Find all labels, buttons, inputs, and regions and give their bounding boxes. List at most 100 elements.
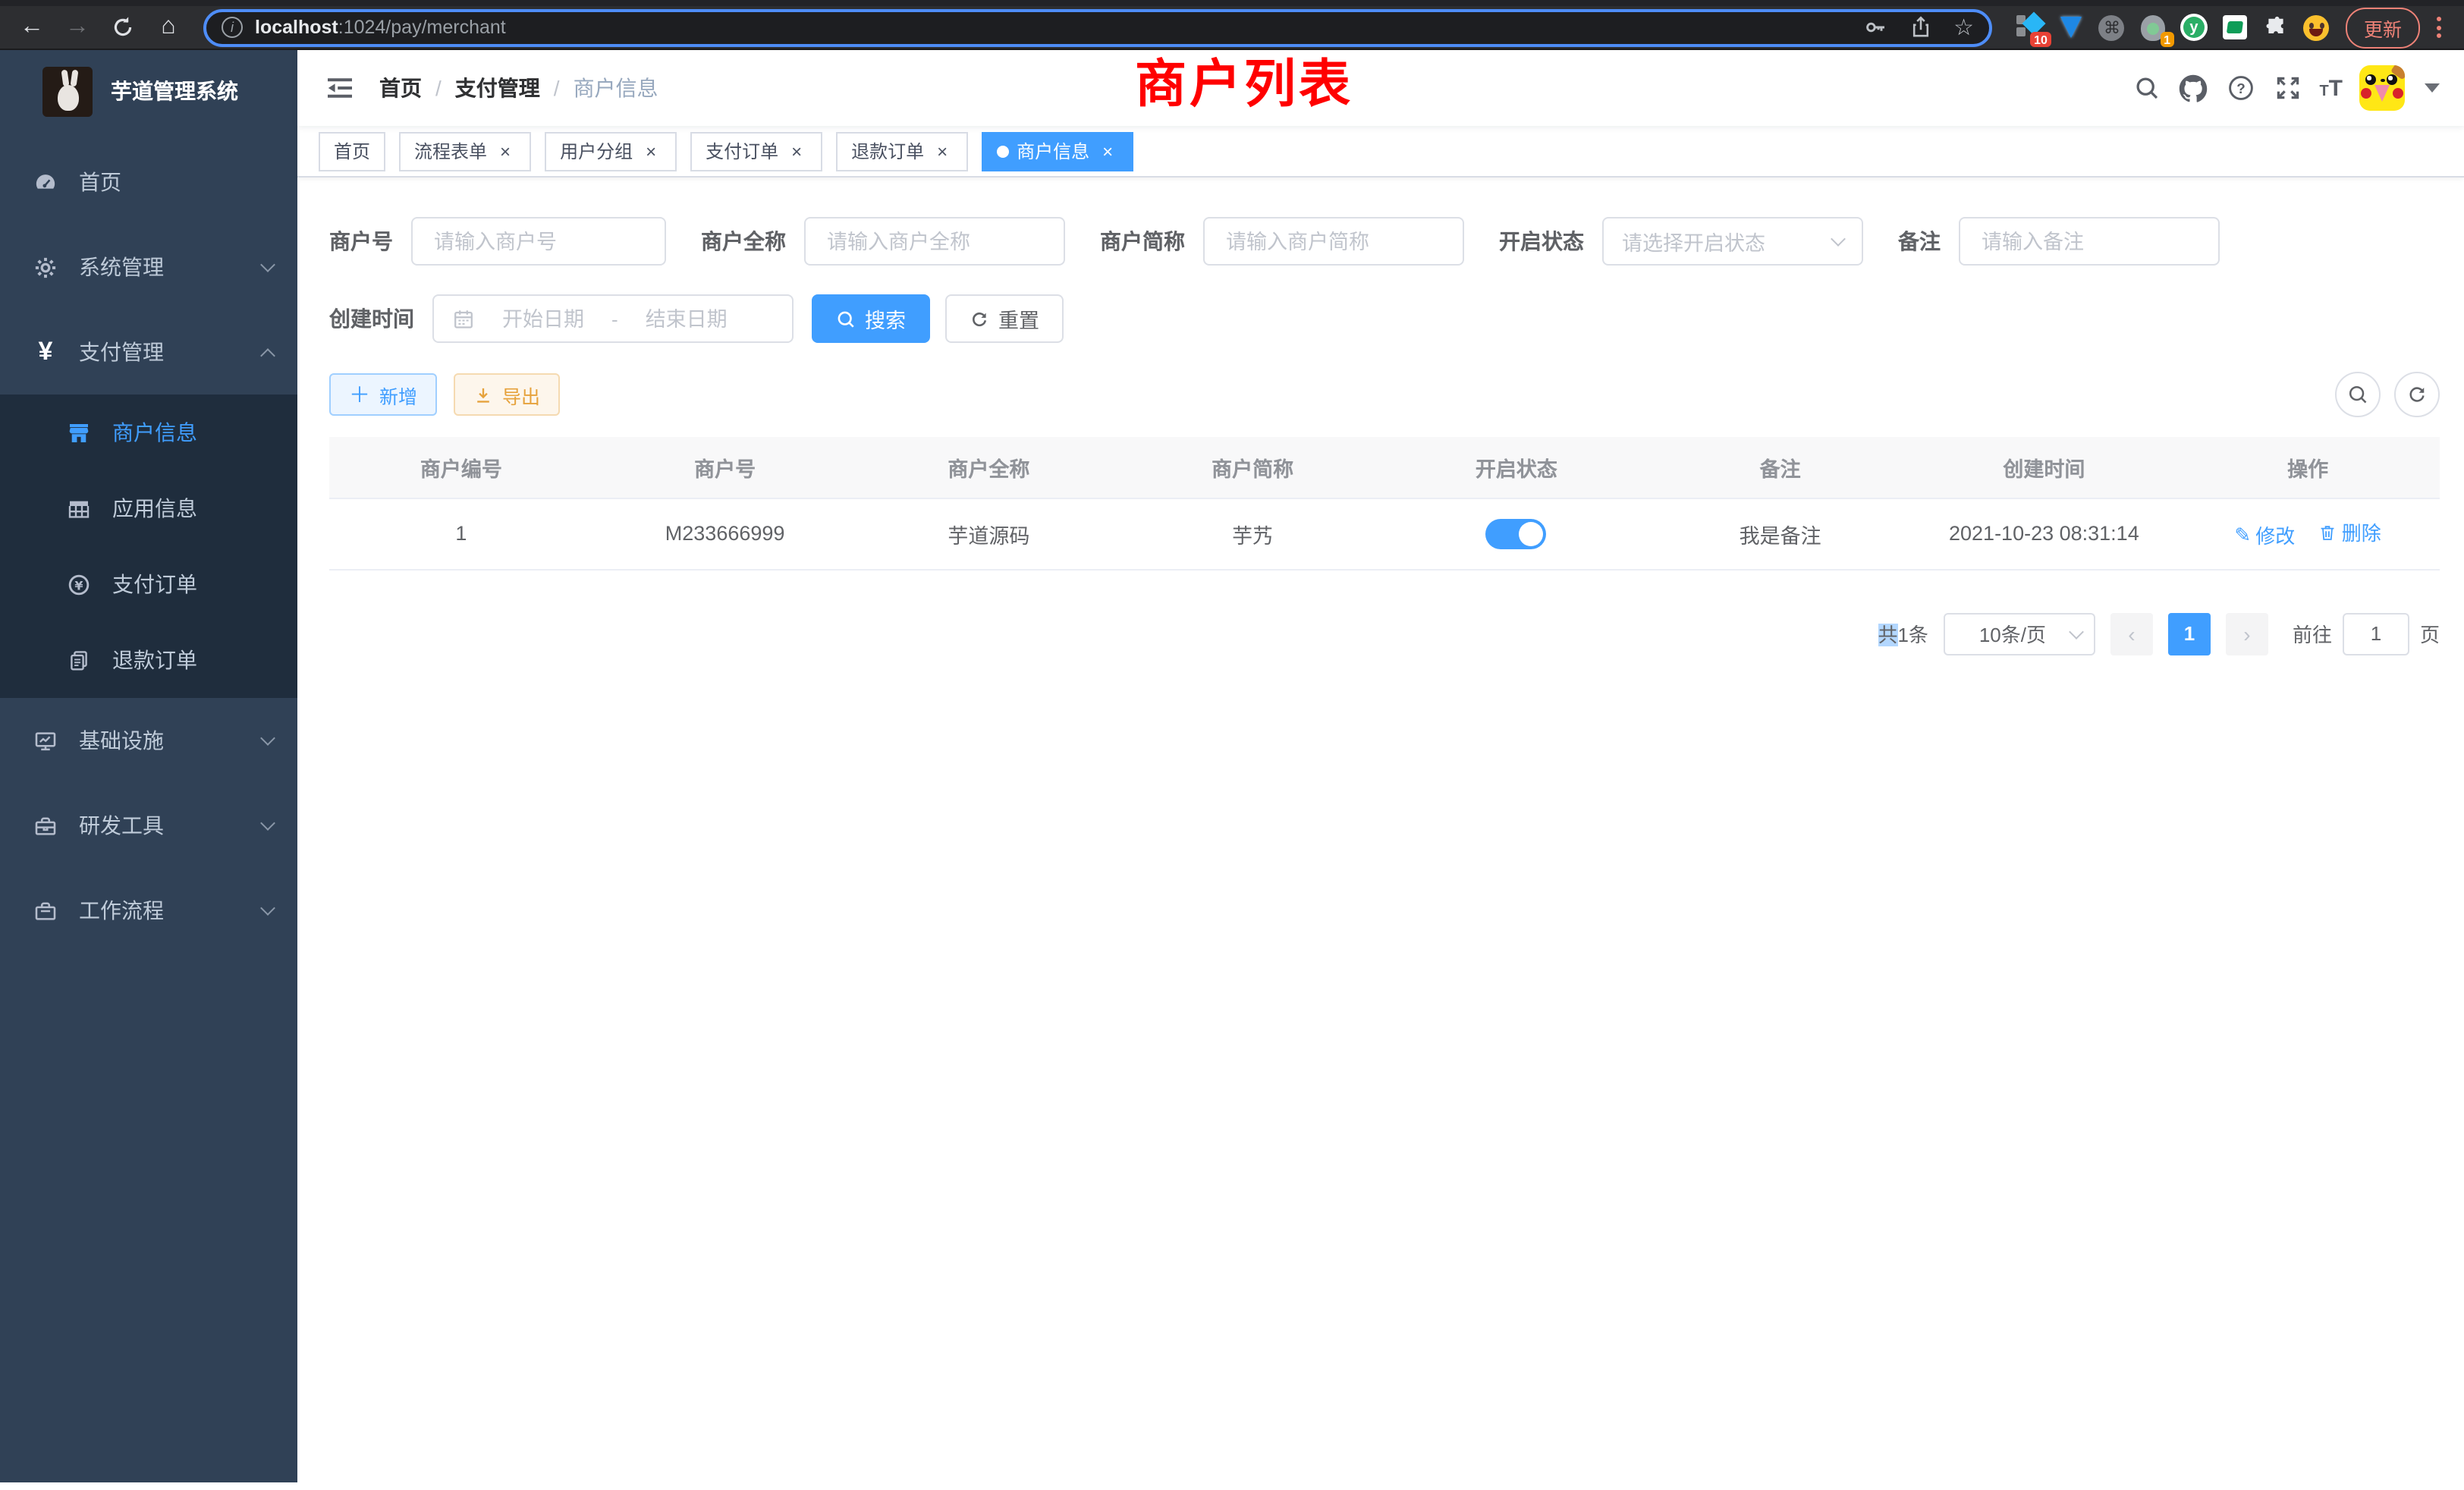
short-name-input[interactable] — [1203, 217, 1464, 266]
sidebar-item-home[interactable]: 首页 — [0, 140, 297, 225]
export-button[interactable]: 导出 — [454, 373, 560, 416]
sidebar-item-label: 工作流程 — [79, 895, 164, 926]
tab-close-icon[interactable]: × — [932, 140, 953, 162]
extensions-area: 10 ⌘ 1 y — [2007, 14, 2340, 41]
sidebar-item-merchant-info[interactable]: 商户信息 — [0, 395, 297, 470]
browser-update-button[interactable]: 更新 — [2346, 7, 2420, 48]
status-toggle[interactable] — [1486, 518, 1547, 549]
column-header: 开启状态 — [1384, 437, 1648, 498]
goto-page-input[interactable] — [2343, 612, 2409, 655]
github-icon[interactable] — [2178, 73, 2208, 103]
font-size-icon[interactable]: TT — [2319, 75, 2343, 101]
start-date-field[interactable] — [487, 307, 599, 330]
cell-short-name: 芋艿 — [1120, 498, 1384, 569]
sidebar-item-label: 支付管理 — [79, 337, 164, 367]
add-button-label: 新增 — [379, 380, 417, 409]
tab-home[interactable]: 首页 — [319, 131, 385, 171]
end-date-field[interactable] — [630, 307, 743, 330]
sidebar-item-workflow[interactable]: 工作流程 — [0, 868, 297, 953]
site-info-icon[interactable]: i — [222, 17, 243, 38]
pagination: 共1条 10条/页 ‹ 1 › 前往 页 — [329, 612, 2440, 655]
browser-forward-button[interactable]: → — [58, 8, 97, 47]
remark-input[interactable] — [1959, 217, 2220, 266]
next-page-button[interactable]: › — [2226, 612, 2268, 655]
profile-emoji-icon[interactable] — [2303, 14, 2330, 41]
tab-close-icon[interactable]: × — [1097, 140, 1118, 162]
breadcrumb-home[interactable]: 首页 — [379, 73, 422, 103]
sidebar-item-infrastructure[interactable]: 基础设施 — [0, 698, 297, 783]
cell-merchant-no: M233666999 — [593, 498, 857, 569]
app-logo[interactable]: 芋道管理系统 — [0, 50, 297, 126]
filter-label-status: 开启状态 — [1499, 226, 1602, 256]
short-name-field[interactable] — [1223, 228, 1444, 254]
page-content: 商户号 商户全称 商户简称 — [297, 178, 2464, 1482]
browser-menu-icon[interactable] — [2426, 17, 2452, 38]
filter-label-full-name: 商户全称 — [701, 226, 804, 256]
breadcrumb-section[interactable]: 支付管理 — [455, 73, 540, 103]
tab-close-icon[interactable]: × — [495, 140, 516, 162]
tab-user-group[interactable]: 用户分组 × — [545, 131, 677, 171]
bookmark-star-icon[interactable]: ☆ — [1953, 16, 1974, 39]
prev-page-button[interactable]: ‹ — [2110, 612, 2153, 655]
page-number-1[interactable]: 1 — [2168, 612, 2211, 655]
sidebar-item-pay-order[interactable]: ¥ 支付订单 — [0, 546, 297, 622]
sidebar-toggle-icon[interactable] — [325, 73, 355, 103]
extension-y-icon[interactable]: y — [2180, 14, 2208, 41]
tab-merchant-info[interactable]: 商户信息 × — [982, 131, 1133, 171]
create-time-range-picker[interactable]: - — [432, 294, 794, 343]
column-header: 创建时间 — [1912, 437, 2176, 498]
extensions-puzzle-icon[interactable] — [2262, 14, 2290, 41]
fullscreen-icon[interactable] — [2272, 73, 2302, 103]
browser-reload-button[interactable] — [103, 8, 143, 47]
remark-field[interactable] — [1978, 228, 2200, 254]
sidebar-item-refund-order[interactable]: 退款订单 — [0, 622, 297, 698]
status-select[interactable]: 请选择开启状态 — [1602, 217, 1863, 266]
page-size-value: 10条/页 — [1963, 619, 2062, 648]
tab-pay-order[interactable]: 支付订单 × — [690, 131, 822, 171]
add-button[interactable]: ＋ 新增 — [329, 373, 437, 416]
refresh-table-button[interactable] — [2394, 372, 2440, 417]
sidebar-item-dev-tools[interactable]: 研发工具 — [0, 783, 297, 868]
search-button[interactable]: 搜索 — [812, 294, 930, 343]
header-search-icon[interactable] — [2131, 73, 2161, 103]
extension-badge: 1 — [2160, 32, 2174, 47]
tab-close-icon[interactable]: × — [786, 140, 807, 162]
chevron-down-icon — [260, 815, 275, 830]
avatar-caret-icon[interactable] — [2425, 83, 2440, 93]
full-name-field[interactable] — [824, 228, 1045, 254]
tab-label: 用户分组 — [560, 138, 633, 164]
chevron-down-icon — [260, 900, 275, 915]
extension-avatar-icon[interactable]: 1 — [2139, 14, 2167, 41]
browser-back-button[interactable]: ← — [12, 8, 52, 47]
sidebar-item-payment[interactable]: ¥ 支付管理 — [0, 310, 297, 395]
tab-refund-order[interactable]: 退款订单 × — [836, 131, 968, 171]
sidebar-item-system[interactable]: 系统管理 — [0, 225, 297, 310]
merchant-no-field[interactable] — [431, 228, 646, 254]
share-icon[interactable] — [1908, 15, 1932, 39]
full-name-input[interactable] — [804, 217, 1065, 266]
edit-link[interactable]: ✎ 修改 — [2234, 520, 2295, 549]
avatar[interactable] — [2359, 65, 2405, 111]
extension-chat-icon[interactable] — [2221, 14, 2249, 41]
extension-diamond-icon[interactable]: 10 — [2016, 14, 2044, 41]
url-text[interactable]: localhost:1024/pay/merchant — [255, 17, 1862, 38]
toggle-search-button[interactable] — [2335, 372, 2381, 417]
delete-link[interactable]: 删除 — [2319, 517, 2381, 546]
password-key-icon[interactable] — [1862, 15, 1887, 39]
selected-text: 共 — [1878, 624, 1897, 646]
sidebar-item-app-info[interactable]: 应用信息 — [0, 470, 297, 546]
page-size-select[interactable]: 10条/页 — [1944, 612, 2095, 655]
tab-process-form[interactable]: 流程表单 × — [399, 131, 531, 171]
address-bar[interactable]: i localhost:1024/pay/merchant ☆ — [203, 8, 1992, 46]
tab-close-icon[interactable]: × — [640, 140, 662, 162]
refresh-icon — [970, 309, 989, 328]
yen-circle-icon: ¥ — [67, 572, 91, 596]
merchant-no-input[interactable] — [411, 217, 666, 266]
extension-command-icon[interactable]: ⌘ — [2098, 14, 2126, 41]
browser-home-button[interactable]: ⌂ — [149, 8, 188, 47]
help-icon[interactable]: ? — [2225, 73, 2255, 103]
reset-button[interactable]: 重置 — [945, 294, 1064, 343]
reload-icon — [111, 15, 135, 39]
extension-gem-icon[interactable] — [2057, 14, 2085, 41]
edit-pencil-icon: ✎ — [2234, 523, 2251, 547]
